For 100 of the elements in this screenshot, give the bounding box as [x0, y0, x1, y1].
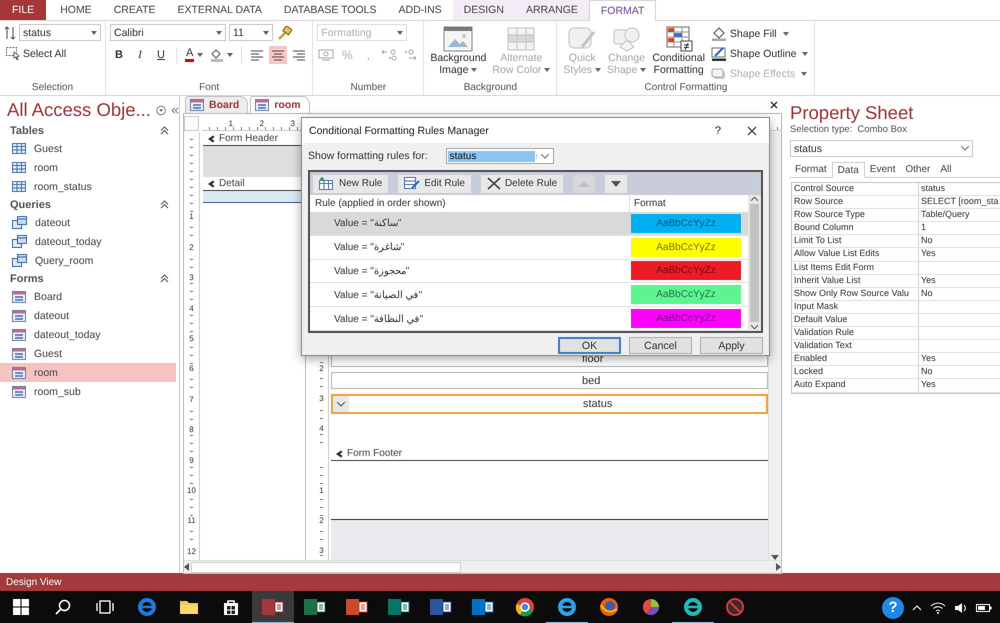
- nav-item[interactable]: dateout: [0, 306, 176, 325]
- ruler-number: 8: [189, 425, 194, 434]
- section-marker-icon: [207, 180, 215, 188]
- text-style-button[interactable]: U: [152, 46, 170, 64]
- collapse-icon[interactable]: [171, 106, 179, 114]
- ribbon-tab[interactable]: ARRANGE: [514, 0, 589, 20]
- shape-format-button[interactable]: Shape Outline: [708, 46, 810, 62]
- select-all-button[interactable]: Select All: [4, 46, 101, 61]
- property-value[interactable]: Yes: [919, 248, 936, 261]
- text-box-control[interactable]: bed: [331, 372, 768, 389]
- nav-item[interactable]: dateout: [0, 213, 176, 232]
- property-value[interactable]: Yes: [919, 353, 936, 366]
- scroll-down-icon[interactable]: [751, 325, 758, 329]
- toolbar-button[interactable]: Edit Rule: [398, 174, 471, 192]
- collapse-chevron-icon[interactable]: [160, 274, 169, 283]
- speaker-icon[interactable]: [954, 602, 968, 614]
- font-color-button[interactable]: A: [183, 48, 206, 62]
- document-tab[interactable]: room: [250, 96, 310, 113]
- nav-item[interactable]: room: [0, 158, 176, 177]
- property-value[interactable]: Yes: [919, 379, 936, 392]
- property-value[interactable]: No: [919, 235, 933, 248]
- ribbon-tab[interactable]: ADD-INS: [388, 0, 453, 20]
- close-icon[interactable]: [770, 100, 778, 108]
- control-combo[interactable]: status: [446, 148, 554, 164]
- property-tab[interactable]: Data: [832, 162, 865, 178]
- format-preview: AaBbCcYyZz: [631, 309, 741, 328]
- form-icon: [12, 310, 26, 322]
- document-tab[interactable]: Board: [185, 96, 248, 113]
- paint-bucket-icon: [210, 48, 224, 62]
- property-value[interactable]: SELECT [room_sta: [919, 196, 998, 208]
- ribbon-tab[interactable]: DATABASE TOOLS: [272, 0, 388, 20]
- new-rule-icon: [319, 177, 335, 190]
- ribbon-tab[interactable]: DESIGN: [452, 0, 515, 20]
- text-style-button[interactable]: B: [110, 46, 128, 64]
- scrollbar[interactable]: [768, 132, 781, 560]
- nav-item[interactable]: room_sub: [0, 382, 176, 401]
- text-style-button[interactable]: I: [131, 46, 149, 64]
- scrollbar[interactable]: [184, 560, 781, 573]
- property-name: Row Source: [792, 196, 919, 208]
- toolbar-button[interactable]: Delete Rule: [480, 174, 564, 192]
- property-value[interactable]: 1: [919, 222, 926, 234]
- ribbon-tab[interactable]: FORMAT: [588, 0, 656, 21]
- collapse-chevron-icon[interactable]: [160, 126, 169, 135]
- dropdown-circle-icon[interactable]: [156, 104, 166, 116]
- property-value[interactable]: No: [919, 366, 933, 378]
- dialog-button[interactable]: Cancel: [629, 337, 692, 354]
- font-combo[interactable]: Calibri: [110, 24, 226, 41]
- property-tab[interactable]: Event: [864, 162, 900, 177]
- property-tab[interactable]: Format: [790, 162, 832, 177]
- chevron-up-icon[interactable]: [912, 604, 922, 610]
- property-value[interactable]: Yes: [919, 274, 936, 287]
- help-button[interactable]: ?: [882, 596, 904, 618]
- nav-item[interactable]: dateout_today: [0, 325, 176, 344]
- object-combo[interactable]: status: [790, 140, 973, 157]
- collapse-chevron-icon[interactable]: [160, 200, 169, 209]
- align-button[interactable]: [269, 46, 288, 64]
- format-painter-icon[interactable]: [276, 26, 292, 40]
- help-button[interactable]: ?: [714, 124, 721, 136]
- battery-icon[interactable]: [976, 602, 992, 612]
- shape-format-button[interactable]: Shape Fill: [708, 26, 810, 42]
- toolbar-button[interactable]: New Rule: [313, 174, 388, 192]
- scrollbar[interactable]: [748, 195, 761, 331]
- property-tab[interactable]: Other: [900, 162, 936, 177]
- property-value[interactable]: status: [919, 183, 946, 196]
- font-size-combo[interactable]: 11: [229, 24, 273, 41]
- ribbon-tab[interactable]: EXTERNAL DATA: [166, 0, 273, 20]
- group-header[interactable]: Forms: [10, 272, 44, 284]
- scroll-left-icon[interactable]: [184, 563, 189, 571]
- ribbon-tab[interactable]: HOME: [49, 0, 103, 20]
- nav-item[interactable]: room: [0, 363, 176, 382]
- property-value[interactable]: Table/Query: [919, 209, 970, 222]
- move-down-button[interactable]: [605, 174, 628, 192]
- dialog-button[interactable]: OK: [558, 337, 621, 354]
- file-tab[interactable]: FILE: [0, 0, 46, 20]
- nav-item[interactable]: Board: [0, 287, 176, 306]
- section-bar[interactable]: Form Footer: [331, 447, 768, 461]
- caret-icon: [471, 68, 478, 72]
- property-tab[interactable]: All: [935, 162, 957, 177]
- sort-icon: [4, 26, 16, 40]
- nav-item[interactable]: Query_room: [0, 251, 176, 270]
- nav-item[interactable]: Guest: [0, 344, 176, 363]
- property-value[interactable]: No: [919, 288, 933, 300]
- dialog-button[interactable]: Apply: [700, 337, 763, 354]
- ribbon-button[interactable]: Background Image: [428, 24, 488, 82]
- close-icon[interactable]: [747, 126, 757, 136]
- caret-icon: [801, 72, 808, 76]
- group-header[interactable]: Queries: [10, 198, 51, 210]
- fill-color-button[interactable]: [208, 48, 236, 62]
- combo-box-control[interactable]: status: [331, 394, 768, 414]
- scroll-right-icon[interactable]: [776, 563, 781, 571]
- nav-item[interactable]: Guest: [0, 139, 176, 158]
- nav-item[interactable]: room_status: [0, 177, 176, 196]
- ribbon-button[interactable]: Conditional Formatting: [650, 24, 707, 82]
- taskbar-button[interactable]: [252, 591, 294, 623]
- group-header[interactable]: Tables: [10, 124, 44, 136]
- object-combo[interactable]: status: [19, 24, 101, 41]
- scroll-up-icon[interactable]: [751, 197, 758, 201]
- ribbon-tab[interactable]: CREATE: [102, 0, 166, 20]
- nav-item[interactable]: dateout_today: [0, 232, 176, 251]
- network-icon[interactable]: [930, 602, 946, 614]
